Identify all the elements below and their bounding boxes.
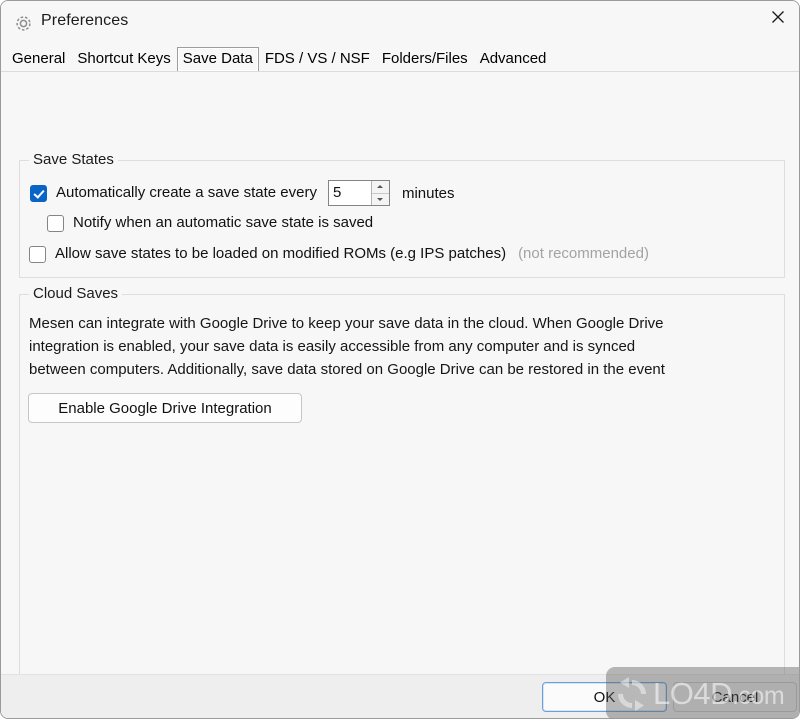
auto-save-interval-input[interactable]: 5 (329, 181, 371, 205)
notify-save-state-checkbox[interactable] (47, 214, 64, 232)
title-bar: Preferences (1, 1, 799, 45)
stepper-buttons (370, 181, 389, 206)
gear-icon (14, 14, 33, 33)
allow-modified-roms-checkbox[interactable] (29, 245, 46, 263)
close-button[interactable] (755, 1, 799, 33)
auto-save-state-label: Automatically create a save state every (56, 184, 317, 201)
notify-save-state-row: Notify when an automatic save state is s… (47, 214, 373, 232)
cloud-saves-description: Mesen can integrate with Google Drive to… (29, 312, 775, 381)
close-icon (771, 10, 785, 24)
save-states-group-title: Save States (29, 151, 118, 168)
tab-strip: General Shortcut Keys Save Data FDS / VS… (1, 46, 799, 72)
chevron-down-icon (377, 197, 384, 201)
auto-save-interval-unit: minutes (401, 184, 455, 202)
allow-modified-roms-label: Allow save states to be loaded on modifi… (55, 245, 507, 262)
cloud-saves-description-line: Mesen can integrate with Google Drive to… (29, 315, 664, 332)
preferences-window: Preferences General Shortcut Keys Save D… (0, 0, 800, 719)
stepper-increment-button[interactable] (371, 181, 389, 194)
tab-general[interactable]: General (6, 47, 71, 72)
auto-save-state-row: Automatically create a save state every … (30, 180, 455, 206)
auto-save-interval-stepper[interactable]: 5 (327, 180, 390, 206)
tab-save-data[interactable]: Save Data (176, 47, 259, 72)
tab-folders-files[interactable]: Folders/Files (376, 47, 474, 72)
auto-save-state-checkbox[interactable] (30, 184, 47, 202)
window-title: Preferences (41, 12, 129, 29)
cloud-saves-group-title: Cloud Saves (29, 285, 123, 302)
enable-google-drive-button[interactable]: Enable Google Drive Integration (28, 393, 302, 423)
stepper-decrement-button[interactable] (372, 194, 389, 206)
tab-advanced[interactable]: Advanced (474, 47, 553, 72)
allow-modified-roms-note: (not recommended) (518, 245, 649, 262)
tab-page-save-data: Save States Automatically create a save … (1, 71, 799, 718)
cancel-button[interactable]: Cancel (673, 682, 797, 712)
tab-shortcut-keys[interactable]: Shortcut Keys (71, 47, 176, 72)
notify-save-state-label: Notify when an automatic save state is s… (73, 214, 374, 231)
chevron-up-icon (377, 185, 384, 189)
ok-button[interactable]: OK (542, 682, 667, 712)
allow-modified-roms-row: Allow save states to be loaded on modifi… (29, 245, 649, 263)
cloud-saves-description-line: integration is enabled, your save data i… (29, 338, 636, 355)
cloud-saves-description-line: between computers. Additionally, save da… (29, 361, 665, 378)
tab-fds-vs-nsf[interactable]: FDS / VS / NSF (259, 47, 376, 72)
